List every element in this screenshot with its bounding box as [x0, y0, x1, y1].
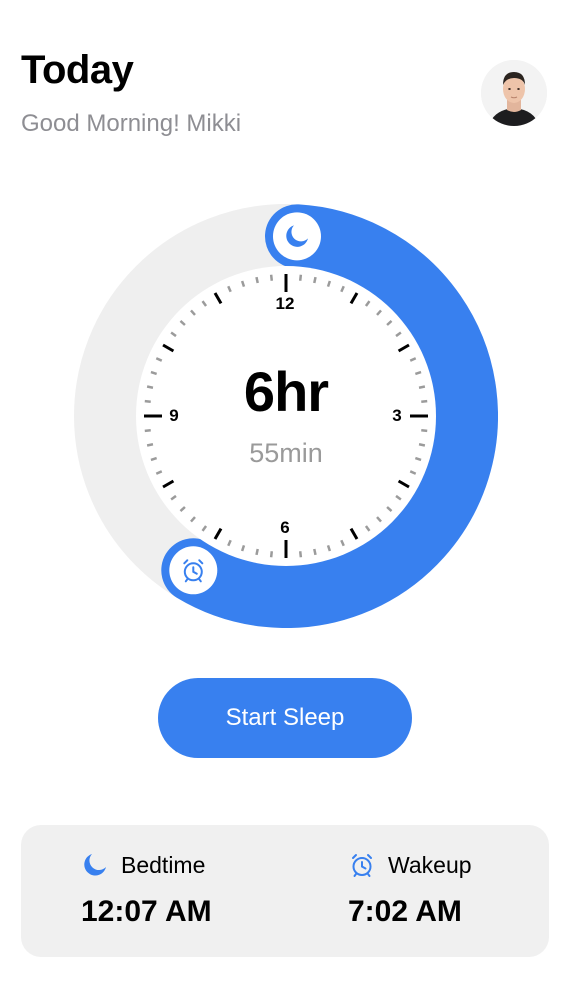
clock-tick-minor — [255, 548, 259, 556]
clock-tick-minor — [326, 280, 332, 288]
clock-tick-minor — [255, 276, 259, 284]
user-avatar-icon — [481, 60, 547, 126]
clock-tick-minor — [298, 551, 303, 558]
wakeup-value: 7:02 AM — [348, 895, 462, 928]
clock-tick-minor — [298, 274, 303, 281]
wakeup-handle[interactable] — [169, 546, 218, 595]
clock-tick-minor — [421, 428, 428, 433]
greeting-text: Good Morning! Mikki — [21, 110, 242, 137]
sleep-summary-card: Bedtime 12:07 AM Wakeup 7:02 AM — [21, 825, 549, 957]
bedtime-label: Bedtime — [121, 852, 206, 878]
wakeup-summary: Wakeup 7:02 AM — [348, 849, 472, 931]
clock-tick-minor — [269, 551, 274, 558]
alarm-clock-icon — [352, 854, 372, 877]
clock-tick-minor — [269, 274, 274, 281]
clock-tick-minor — [326, 544, 332, 552]
clock-number-6: 6 — [280, 518, 290, 537]
page-title: Today — [21, 48, 134, 92]
bedtime-value: 12:07 AM — [81, 895, 212, 928]
clock-tick-minor — [240, 544, 246, 552]
bedtime-summary: Bedtime 12:07 AM — [81, 849, 212, 931]
clock-tick-minor — [240, 280, 246, 288]
wakeup-label: Wakeup — [388, 852, 472, 878]
sleep-duration-minutes: 55min — [249, 438, 323, 468]
clock-tick-minor — [313, 276, 317, 284]
clock-number-12: 12 — [275, 294, 295, 313]
avatar[interactable] — [481, 60, 547, 126]
bedtime-handle[interactable] — [272, 212, 321, 261]
clock-tick-minor — [313, 548, 317, 556]
sleep-duration-hours: 6hr — [243, 360, 329, 423]
sleep-dial: 12 3 6 9 6hr 55min — [74, 204, 498, 628]
start-sleep-button[interactable]: Start Sleep — [158, 678, 412, 758]
clock-tick-minor — [144, 428, 151, 433]
moon-icon — [84, 854, 106, 876]
